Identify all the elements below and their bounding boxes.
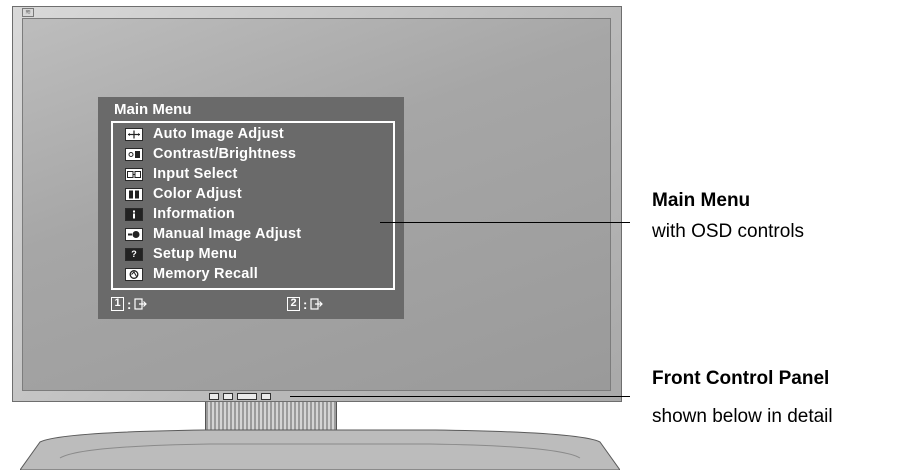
monitor-base xyxy=(20,429,620,470)
menu-item-memory-recall[interactable]: Memory Recall xyxy=(125,264,258,284)
key-1-badge: 1 xyxy=(111,297,124,311)
button-1[interactable] xyxy=(209,393,219,400)
menu-item-information[interactable]: Information xyxy=(125,204,235,224)
color-adjust-icon xyxy=(125,187,143,201)
osd-footer-key2[interactable]: 2 : xyxy=(287,296,324,312)
menu-item-label: Input Select xyxy=(153,166,238,182)
front-panel-callout-sub: shown below in detail xyxy=(652,406,833,427)
front-control-panel xyxy=(209,393,271,400)
memory-recall-icon xyxy=(125,267,143,281)
enter-icon xyxy=(310,298,324,310)
brand-logo-icon: ≋ xyxy=(22,8,34,17)
menu-item-contrast-brightness[interactable]: Contrast/Brightness xyxy=(125,144,296,164)
menu-item-input-select[interactable]: Input Select xyxy=(125,164,238,184)
key-separator: : xyxy=(127,296,132,312)
input-select-icon xyxy=(125,167,143,181)
menu-item-auto-image-adjust[interactable]: Auto Image Adjust xyxy=(125,124,284,144)
osd-title: Main Menu xyxy=(114,101,192,118)
key-separator: : xyxy=(303,296,308,312)
manual-adjust-icon xyxy=(125,227,143,241)
osd-footer-key1[interactable]: 1 : xyxy=(111,296,148,312)
menu-item-setup-menu[interactable]: ? Setup Menu xyxy=(125,244,237,264)
menu-item-color-adjust[interactable]: Color Adjust xyxy=(125,184,242,204)
contrast-brightness-icon xyxy=(125,147,143,161)
button-2[interactable] xyxy=(223,393,233,400)
setup-menu-icon: ? xyxy=(125,247,143,261)
power-button[interactable] xyxy=(261,393,271,400)
information-icon xyxy=(125,207,143,221)
menu-item-manual-image-adjust[interactable]: Manual Image Adjust xyxy=(125,224,301,244)
main-menu-leader-line xyxy=(380,222,630,223)
menu-item-label: Contrast/Brightness xyxy=(153,146,297,162)
menu-item-label: Memory Recall xyxy=(153,266,258,282)
auto-adjust-icon xyxy=(125,127,143,141)
menu-item-label: Information xyxy=(153,206,235,222)
menu-item-label: Setup Menu xyxy=(153,246,238,262)
down-up-buttons[interactable] xyxy=(237,393,257,400)
main-menu-callout-title: Main Menu xyxy=(652,190,751,211)
exit-icon xyxy=(134,298,148,310)
front-panel-leader-line xyxy=(290,396,630,397)
menu-item-label: Color Adjust xyxy=(153,186,242,202)
main-menu-callout-sub: with OSD controls xyxy=(652,221,805,242)
menu-item-label: Auto Image Adjust xyxy=(153,126,284,142)
osd-menu-list: Auto Image Adjust Contrast/Brightness In… xyxy=(111,121,395,290)
menu-item-label: Manual Image Adjust xyxy=(153,226,302,242)
osd-main-menu: Main Menu Auto Image Adjust Contrast/Bri… xyxy=(98,97,404,319)
front-panel-callout-title: Front Control Panel xyxy=(652,368,830,389)
key-2-badge: 2 xyxy=(287,297,300,311)
